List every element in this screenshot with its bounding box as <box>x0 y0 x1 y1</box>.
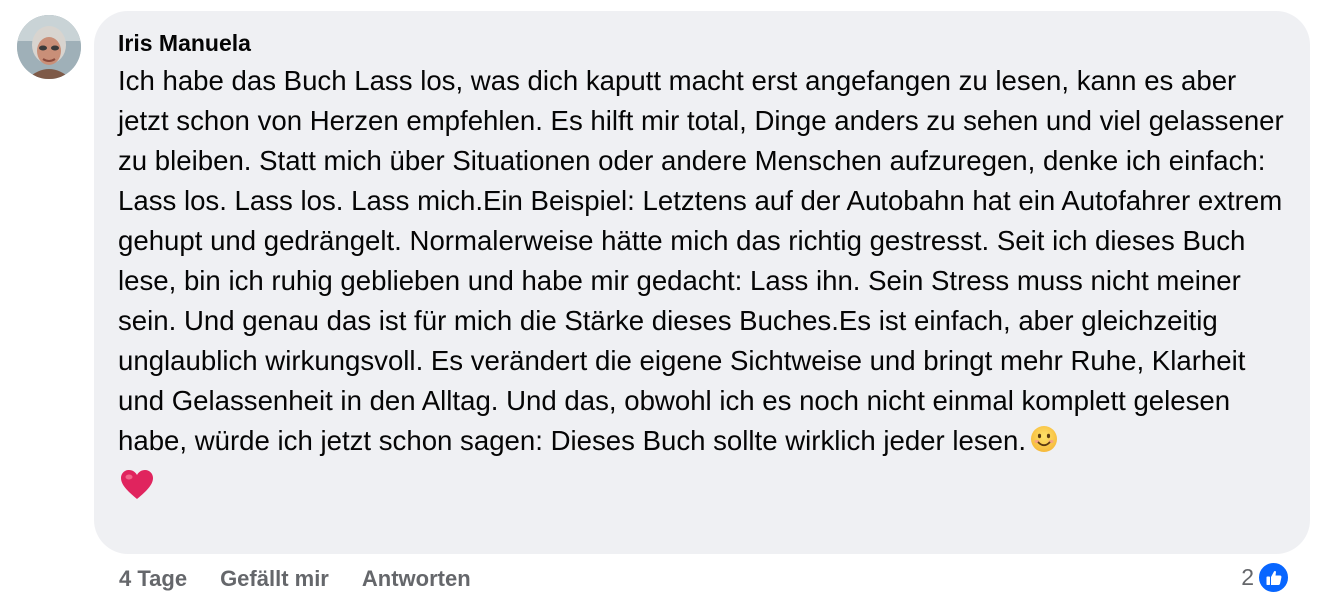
smiling-face-icon <box>1030 424 1058 464</box>
like-icon <box>1257 561 1290 594</box>
red-heart-icon <box>120 469 1286 506</box>
reactions[interactable]: 2 <box>1241 561 1290 594</box>
comment-body: Ich habe das Buch Lass los, was dich kap… <box>118 65 1284 456</box>
avatar[interactable] <box>17 15 81 79</box>
comment-actions: 4 Tage Gefällt mir Antworten <box>119 562 504 596</box>
comment-bubble: Iris Manuela Ich habe das Buch Lass los,… <box>94 11 1310 554</box>
comment: Iris Manuela Ich habe das Buch Lass los,… <box>0 0 1328 603</box>
author-name[interactable]: Iris Manuela <box>118 29 1286 57</box>
reaction-count: 2 <box>1241 564 1254 590</box>
timestamp[interactable]: 4 Tage <box>119 566 187 592</box>
reply-button[interactable]: Antworten <box>362 566 471 592</box>
avatar-image <box>17 15 81 79</box>
comment-text: Ich habe das Buch Lass los, was dich kap… <box>118 61 1293 464</box>
like-button[interactable]: Gefällt mir <box>220 566 329 592</box>
